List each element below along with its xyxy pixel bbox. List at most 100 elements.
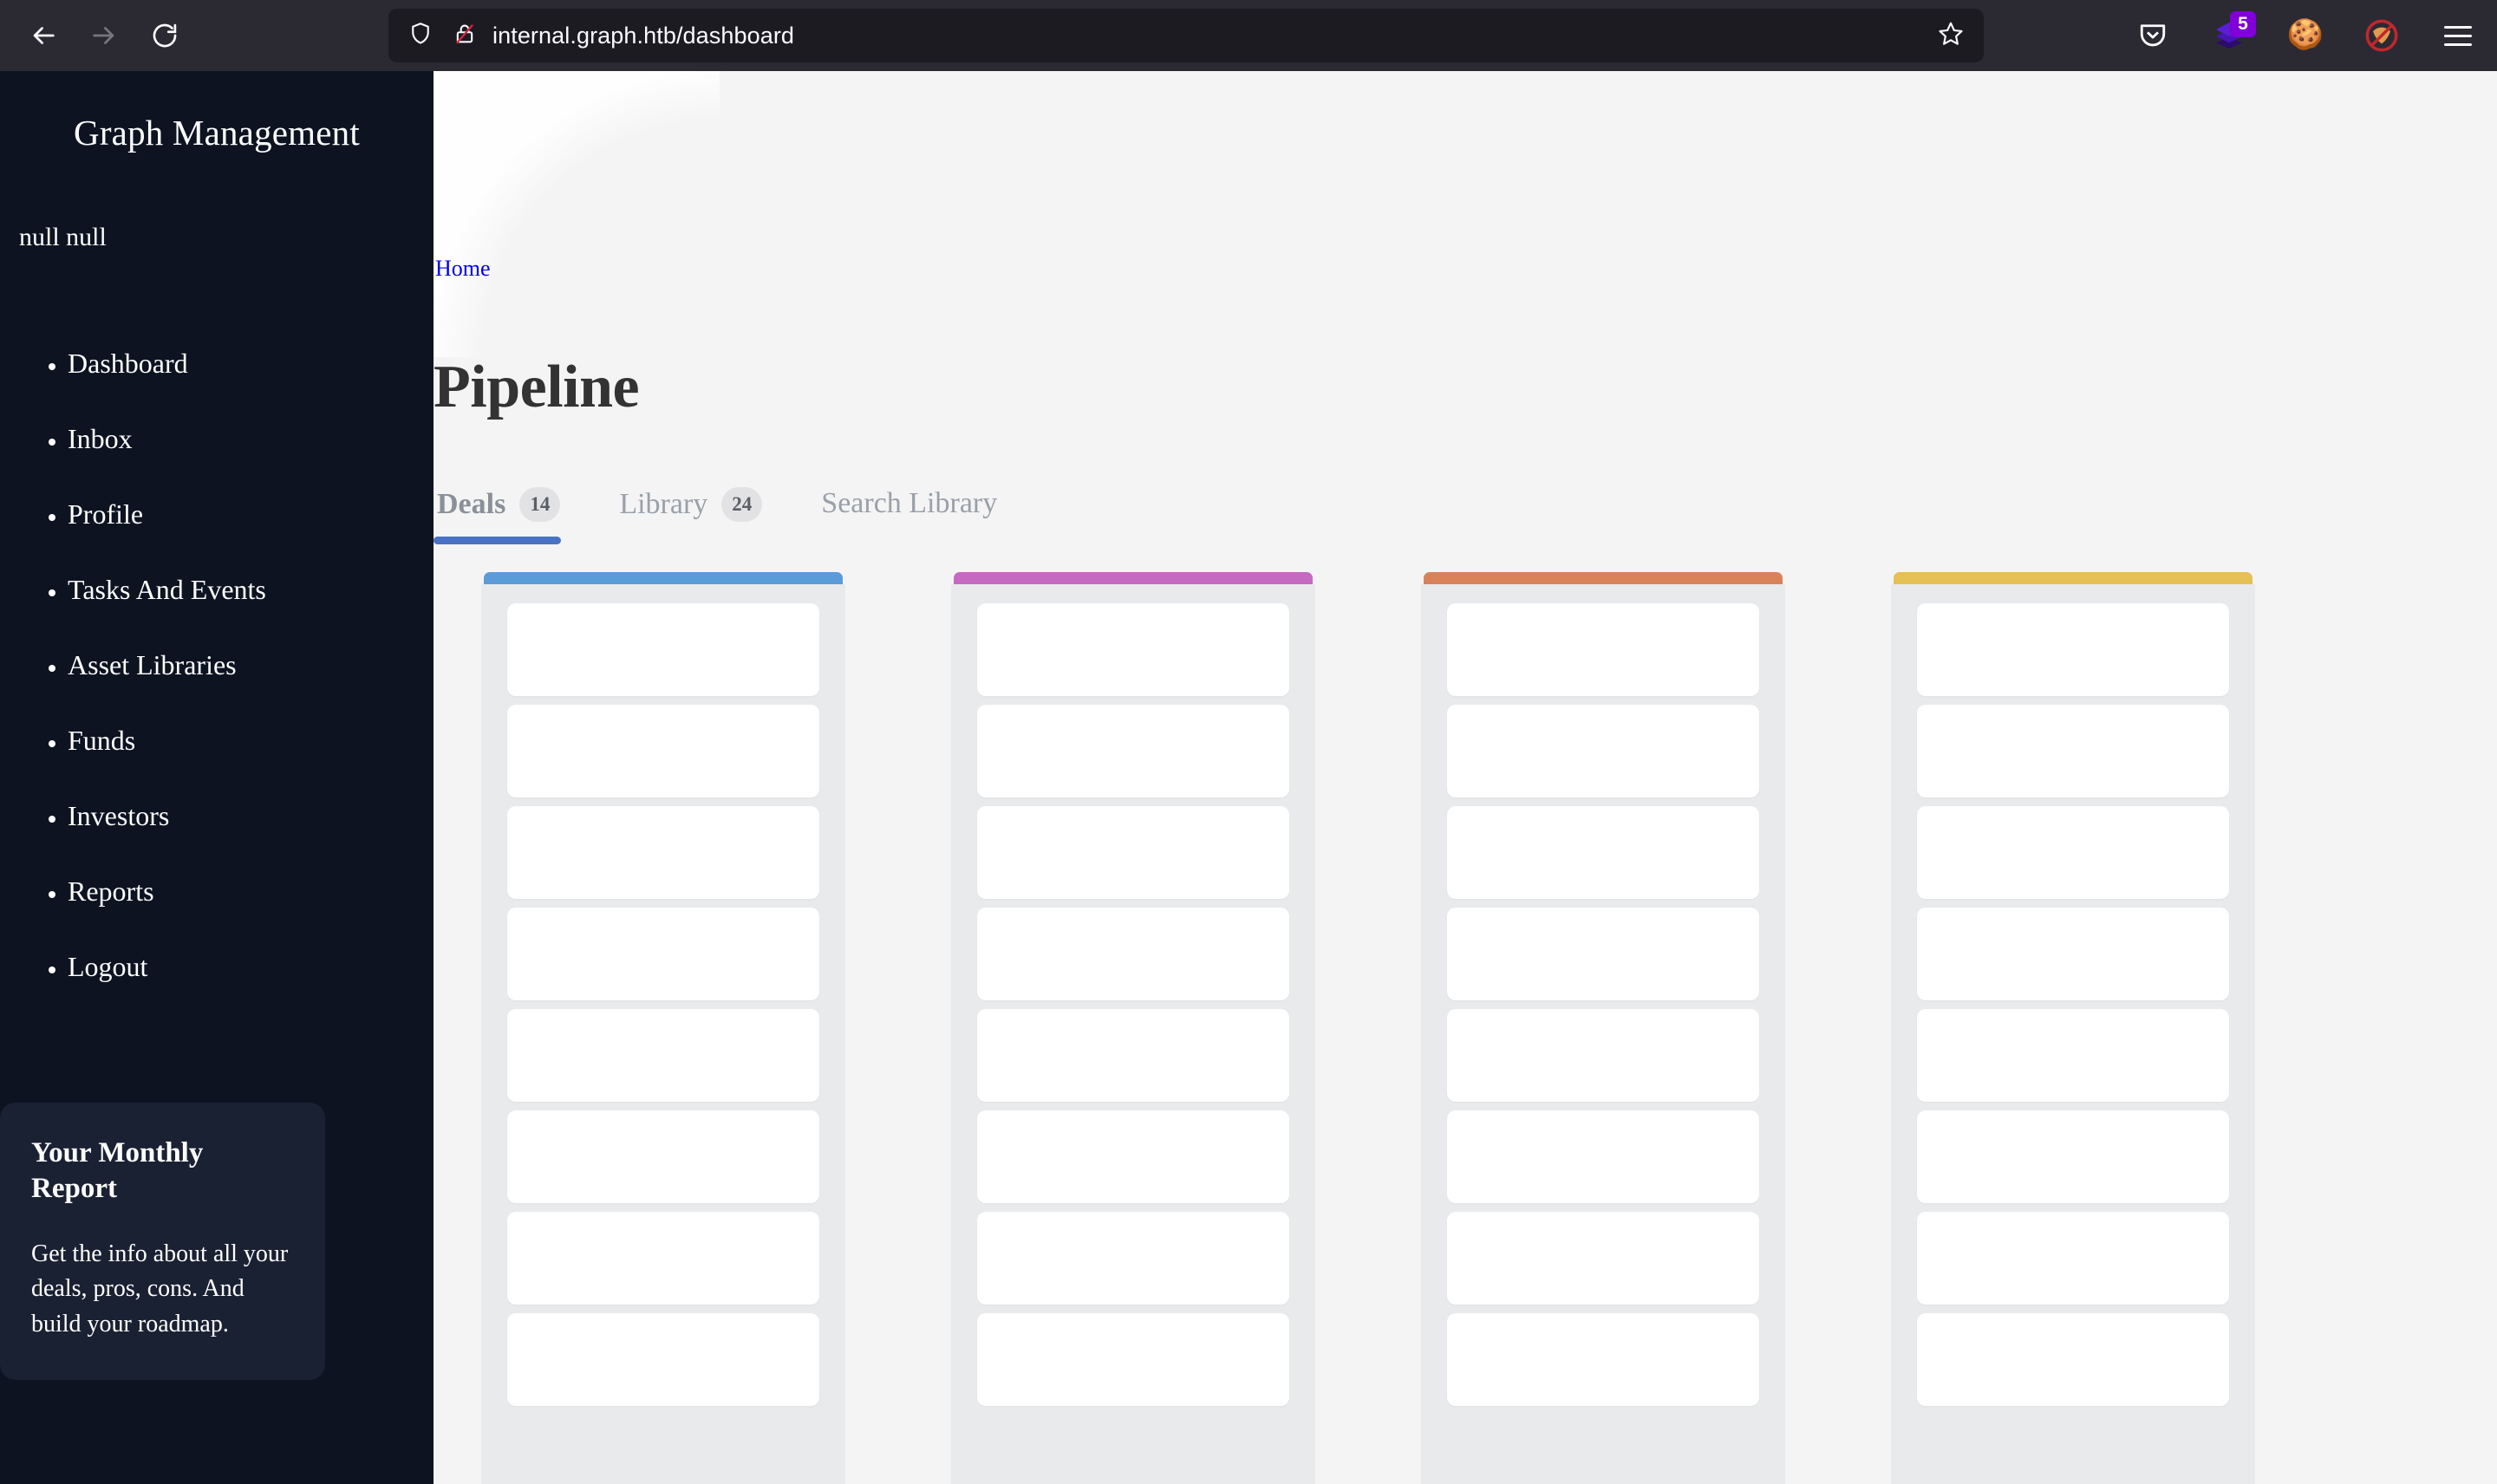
deal-card-skeleton[interactable]	[1917, 806, 2229, 899]
deal-card-skeleton[interactable]	[507, 1009, 819, 1102]
arrow-right-icon	[93, 27, 114, 44]
deal-card-skeleton[interactable]	[507, 1313, 819, 1406]
column-accent-bar	[954, 572, 1313, 584]
url-text[interactable]: internal.graph.htb/dashboard	[492, 23, 1937, 49]
deal-card-skeleton[interactable]	[1917, 908, 2229, 1000]
page-title: Pipeline	[434, 354, 640, 420]
navigation-buttons	[0, 8, 192, 63]
deal-card-skeleton[interactable]	[1447, 1212, 1759, 1305]
reload-button[interactable]	[137, 8, 192, 63]
browser-toolbar: internal.graph.htb/dashboard 5 🍪	[0, 0, 2497, 71]
toolbar-right-icons: 5 🍪	[2133, 0, 2478, 71]
board-column[interactable]	[481, 572, 845, 1484]
sidebar-item-label: Reports	[68, 875, 154, 907]
deal-card-skeleton[interactable]	[1917, 1212, 2229, 1305]
deal-card-skeleton[interactable]	[507, 806, 819, 899]
tracking-protection-shield-icon[interactable]	[407, 21, 434, 51]
column-accent-bar	[1424, 572, 1783, 584]
sidebar-item-logout[interactable]: Logout	[68, 953, 434, 980]
column-card-list[interactable]	[481, 584, 845, 1484]
sidebar-item-label: Inbox	[68, 423, 133, 454]
hamburger-menu-icon[interactable]	[2438, 16, 2478, 55]
tab-label: Search Library	[821, 487, 998, 519]
deal-card-skeleton[interactable]	[977, 806, 1289, 899]
deal-card-skeleton[interactable]	[977, 908, 1289, 1000]
sidebar-nav: Dashboard Inbox Profile Tasks And Events…	[0, 349, 434, 980]
monthly-report-body: Get the info about all your deals, pros,…	[31, 1240, 289, 1338]
sidebar-item-label: Dashboard	[68, 348, 188, 379]
board-column[interactable]	[1891, 572, 2255, 1484]
deal-card-skeleton[interactable]	[1447, 908, 1759, 1000]
bookmark-star-icon[interactable]	[1937, 20, 1965, 52]
deal-card-skeleton[interactable]	[1917, 1110, 2229, 1203]
board-column[interactable]	[951, 572, 1315, 1484]
deal-card-skeleton[interactable]	[507, 1212, 819, 1305]
sidebar-item-asset-libraries[interactable]: Asset Libraries	[68, 651, 434, 679]
column-card-list[interactable]	[951, 584, 1315, 1484]
sidebar-item-inbox[interactable]: Inbox	[68, 425, 434, 452]
sidebar-item-dashboard[interactable]: Dashboard	[68, 349, 434, 377]
sidebar-item-label: Funds	[68, 725, 136, 756]
foxyproxy-disabled-icon[interactable]	[2362, 16, 2402, 55]
deal-card-skeleton[interactable]	[977, 1313, 1289, 1406]
cookie-icon[interactable]: 🍪	[2285, 16, 2325, 55]
deal-card-skeleton[interactable]	[507, 1110, 819, 1203]
pipeline-board	[481, 572, 2255, 1484]
deal-card-skeleton[interactable]	[977, 705, 1289, 797]
breadcrumb-home-link[interactable]: Home	[435, 256, 491, 282]
sidebar-item-profile[interactable]: Profile	[68, 500, 434, 528]
sidebar-item-funds[interactable]: Funds	[68, 726, 434, 754]
tab-active-underline	[434, 537, 561, 544]
arrow-left-icon	[33, 27, 55, 44]
deal-card-skeleton[interactable]	[977, 603, 1289, 696]
column-card-list[interactable]	[1891, 584, 2255, 1484]
deal-card-skeleton[interactable]	[1447, 1313, 1759, 1406]
column-card-list[interactable]	[1421, 584, 1785, 1484]
sidebar-item-label: Profile	[68, 498, 144, 530]
sidebar-user-name: null null	[19, 223, 107, 251]
deal-card-skeleton[interactable]	[977, 1110, 1289, 1203]
reload-icon	[153, 23, 177, 48]
deal-card-skeleton[interactable]	[1447, 603, 1759, 696]
sidebar: Graph Management null null Dashboard Inb…	[0, 71, 434, 1484]
tab-library[interactable]: Library 24	[616, 487, 774, 544]
tab-count-badge: 24	[721, 487, 763, 522]
deal-card-skeleton[interactable]	[977, 1009, 1289, 1102]
deal-card-skeleton[interactable]	[1447, 1110, 1759, 1203]
deal-card-skeleton[interactable]	[1447, 705, 1759, 797]
back-button[interactable]	[16, 8, 71, 63]
column-accent-bar	[484, 572, 843, 584]
tab-search-library[interactable]: Search Library	[818, 487, 1009, 543]
layers-extension-icon[interactable]: 5	[2209, 11, 2256, 55]
insecure-connection-lock-icon[interactable]	[453, 22, 477, 50]
main-content: Home Pipeline Deals 14 Library 24 Search…	[434, 71, 2497, 1484]
deal-card-skeleton[interactable]	[507, 705, 819, 797]
tab-deals[interactable]: Deals 14	[434, 487, 572, 544]
deal-card-skeleton[interactable]	[1917, 1313, 2229, 1406]
pocket-icon[interactable]	[2133, 16, 2173, 55]
sidebar-item-reports[interactable]: Reports	[68, 877, 434, 905]
deal-card-skeleton[interactable]	[507, 908, 819, 1000]
address-bar[interactable]: internal.graph.htb/dashboard	[388, 9, 1984, 62]
board-column[interactable]	[1421, 572, 1785, 1484]
deal-card-skeleton[interactable]	[1917, 705, 2229, 797]
column-accent-bar	[1894, 572, 2253, 584]
tab-count-badge: 14	[519, 487, 561, 522]
extension-badge-count: 5	[2230, 11, 2256, 37]
monthly-report-card[interactable]: Your Monthly Report Get the info about a…	[0, 1103, 325, 1381]
sidebar-item-investors[interactable]: Investors	[68, 802, 434, 830]
monthly-report-title: Your Monthly Report	[31, 1137, 204, 1205]
deal-card-skeleton[interactable]	[1447, 1009, 1759, 1102]
deal-card-skeleton[interactable]	[977, 1212, 1289, 1305]
tab-label: Library	[619, 488, 708, 520]
page-viewport: Graph Management null null Dashboard Inb…	[0, 71, 2497, 1484]
deal-card-skeleton[interactable]	[1917, 1009, 2229, 1102]
sidebar-item-tasks-and-events[interactable]: Tasks And Events	[68, 576, 434, 603]
deal-card-skeleton[interactable]	[1447, 806, 1759, 899]
deal-card-skeleton[interactable]	[507, 603, 819, 696]
main-rounded-corner-decoration	[434, 71, 720, 357]
sidebar-item-label: Asset Libraries	[68, 649, 237, 680]
tab-bar: Deals 14 Library 24 Search Library	[434, 487, 1009, 544]
forward-button[interactable]	[76, 8, 132, 63]
deal-card-skeleton[interactable]	[1917, 603, 2229, 696]
